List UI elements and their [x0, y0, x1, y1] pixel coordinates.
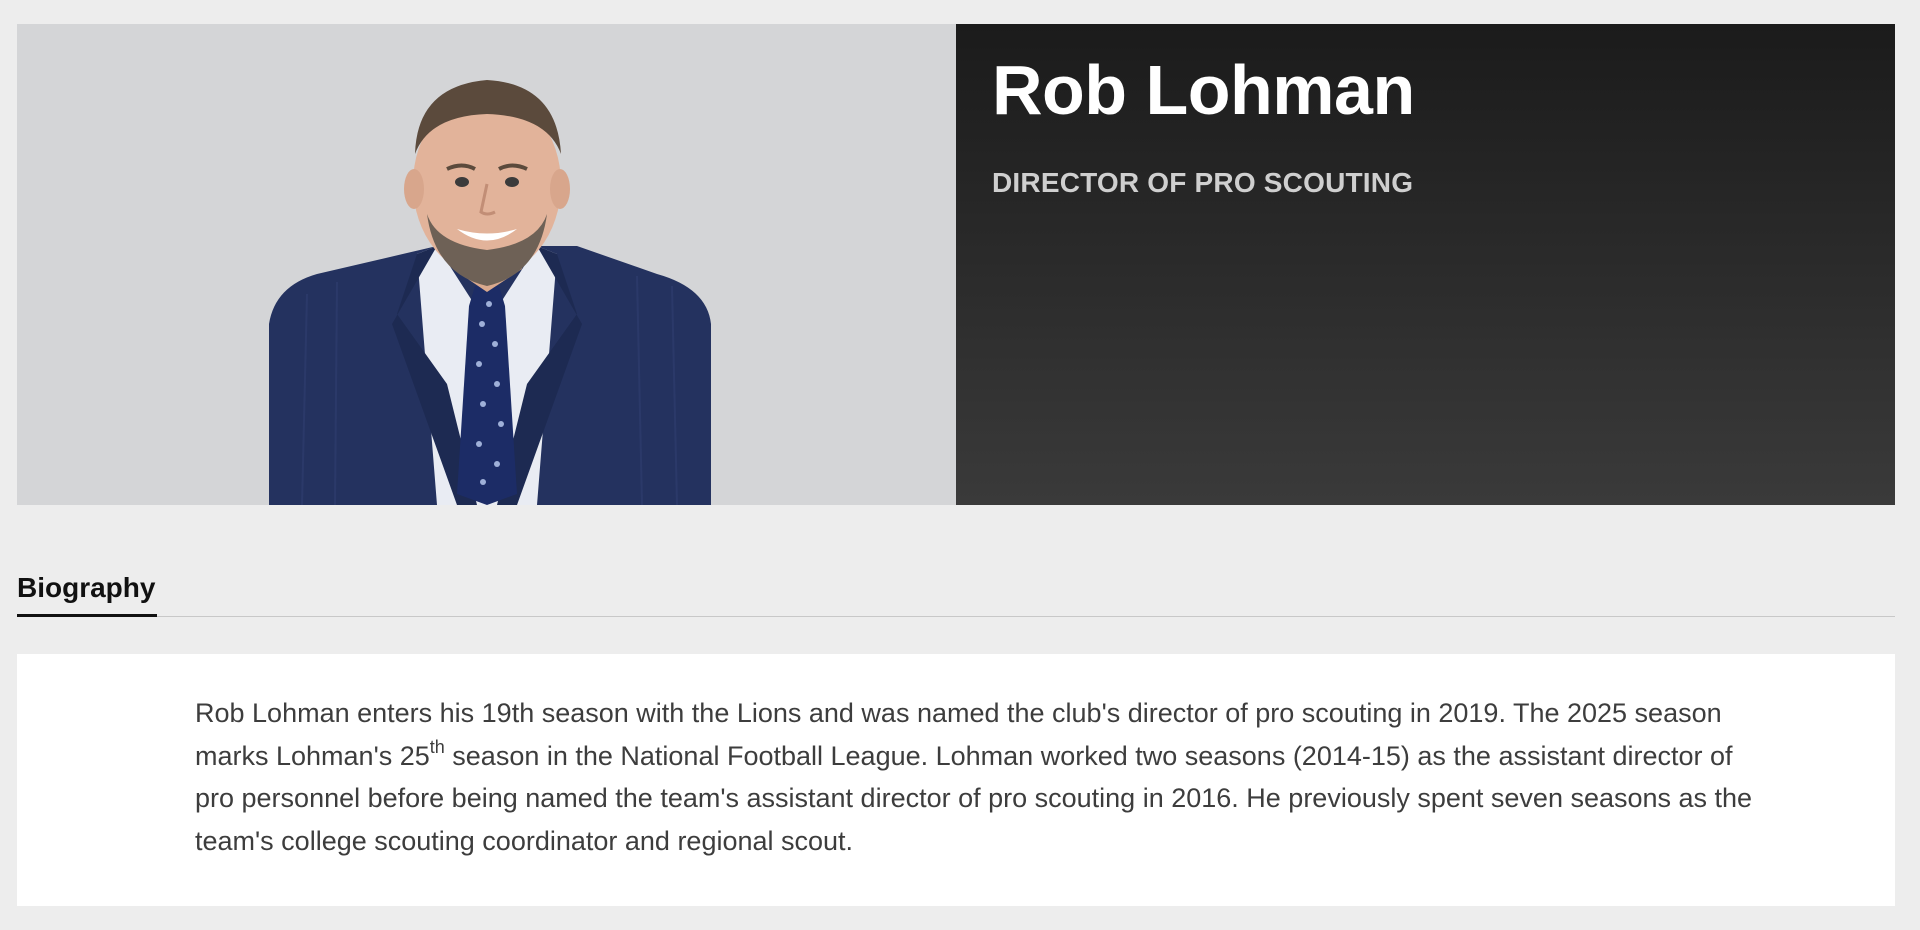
headshot-photo: [17, 24, 956, 505]
biography-ordinal-suffix: th: [429, 736, 445, 757]
profile-tabs: Biography: [17, 568, 1895, 617]
biography-text: Rob Lohman enters his 19th season with t…: [195, 692, 1755, 862]
profile-page: Rob Lohman DIRECTOR OF PRO SCOUTING Biog…: [0, 0, 1920, 930]
profile-info-panel: Rob Lohman DIRECTOR OF PRO SCOUTING: [956, 24, 1895, 505]
tab-biography[interactable]: Biography: [17, 568, 158, 617]
profile-hero: Rob Lohman DIRECTOR OF PRO SCOUTING: [17, 24, 1895, 505]
profile-position-title: DIRECTOR OF PRO SCOUTING: [992, 167, 1414, 198]
biography-card: Rob Lohman enters his 19th season with t…: [17, 654, 1895, 906]
profile-name: Rob Lohman: [992, 51, 1415, 129]
headshot-portrait-image: [269, 80, 711, 505]
